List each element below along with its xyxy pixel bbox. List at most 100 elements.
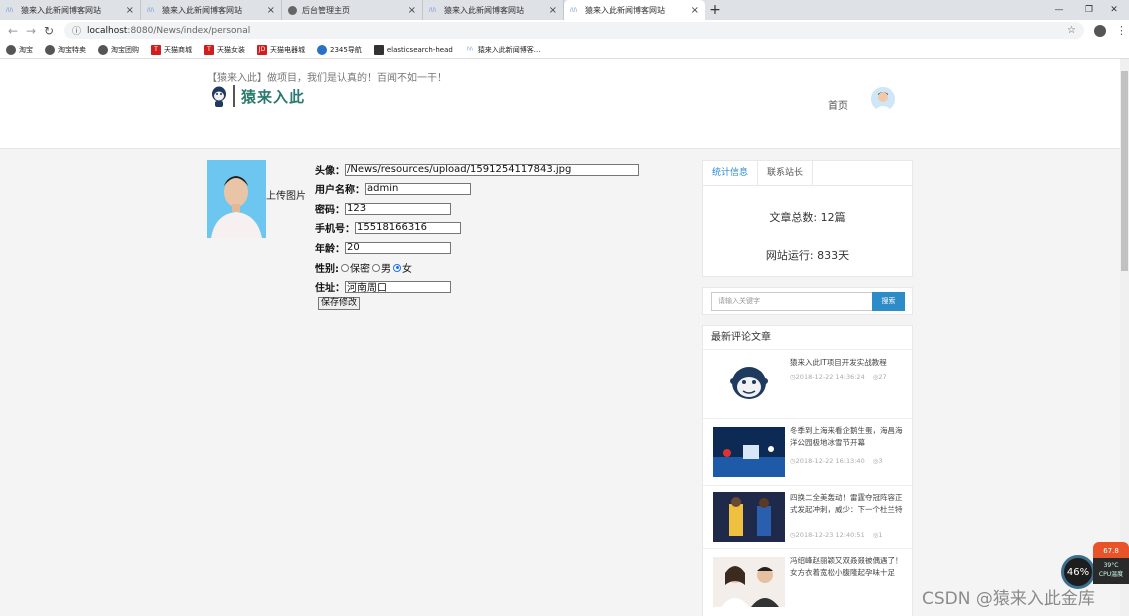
globe-icon (45, 44, 55, 55)
gender-radio-secret[interactable] (341, 263, 349, 272)
article-item[interactable]: 猿来入此IT项目开发实战教程 ◷2018-12-22 14:36:24 ◎27 (703, 351, 912, 419)
bookmark-item[interactable]: 淘宝团购 (98, 44, 139, 55)
article-date: ◷2018-12-22 16:13:40 (790, 457, 865, 465)
article-meta: ◷2018-12-23 12:40:51 ◎1 (790, 531, 883, 539)
avatar-path-input[interactable] (345, 163, 639, 176)
minimize-icon[interactable]: — (1044, 0, 1074, 20)
bookmark-item[interactable]: elasticsearch-head (373, 44, 453, 55)
scrollbar-thumb[interactable] (1121, 71, 1128, 271)
site-icon: ﾊﾊ (466, 45, 473, 53)
close-icon[interactable]: × (691, 5, 699, 16)
gender-label: 性别: (315, 264, 339, 275)
bookmark-item[interactable]: T 天猫商城 (151, 44, 192, 55)
age-label: 年龄： (315, 244, 345, 255)
article-views: ◎3 (872, 457, 883, 465)
bookmark-item[interactable]: 淘宝 (6, 44, 33, 55)
bookmark-item[interactable]: 2345导航 (317, 44, 362, 55)
url-path: :8080/News/index/personal (127, 25, 251, 36)
close-icon[interactable]: × (267, 5, 275, 16)
gender-radio-female[interactable] (393, 263, 401, 272)
site-icon: ﾊﾊ (429, 6, 436, 14)
gender-option-label: 男 (381, 264, 391, 275)
globe-icon (6, 44, 16, 55)
profile-icon[interactable] (1094, 24, 1106, 37)
upload-image-label[interactable]: 上传图片 (266, 187, 306, 202)
profile-photo[interactable] (207, 160, 266, 238)
bookmark-item[interactable]: 淘宝特卖 (45, 44, 86, 55)
bookmark-label: 淘宝团购 (111, 45, 139, 54)
url-field[interactable]: ⓘ localhost:8080/News/index/personal ☆ (64, 22, 1084, 39)
article-title[interactable]: 四换二全美轰动！雷霆夺冠阵容正式发起冲刺，威少：下一个杜兰特 (790, 492, 905, 516)
user-avatar[interactable] (871, 87, 895, 111)
forward-icon[interactable]: → (22, 24, 40, 38)
page-scrollbar[interactable] (1120, 59, 1129, 616)
menu-dots-icon[interactable]: ⋮ (1116, 24, 1127, 37)
bookmark-item[interactable]: ﾊﾊ 猿来入此新闻博客... (465, 45, 541, 55)
browser-tab-strip: ﾊﾊ 猿来入此新闻博客网站 × ﾊﾊ 猿来入此新闻博客网站 × 后台管理主页 ×… (0, 0, 1129, 20)
site-logo[interactable]: 猿来入此 (211, 85, 305, 107)
tab-statistics[interactable]: 统计信息 (703, 161, 759, 185)
monkey-mascot-icon (730, 367, 768, 399)
profile-photo-image (207, 160, 266, 238)
close-icon[interactable]: × (126, 5, 134, 16)
back-icon[interactable]: ← (4, 24, 22, 38)
bookmark-label: 天猫商城 (164, 45, 192, 54)
globe-icon (98, 44, 108, 55)
site-icon: ﾊﾊ (147, 6, 154, 14)
search-button[interactable]: 搜索 (872, 292, 905, 311)
article-views: ◎1 (872, 531, 883, 539)
article-title[interactable]: 冯绍峰赵丽颖又双叒叕被偶遇了！女方衣着宽松小腹隆起孕味十足 (790, 555, 905, 579)
jd-icon: JD (257, 44, 267, 55)
article-title[interactable]: 猿来入此IT项目开发实战教程 (790, 357, 905, 369)
article-item[interactable]: 冯绍峰赵丽颖又双叒叕被偶遇了！女方衣着宽松小腹隆起孕味十足 (703, 549, 912, 616)
bookmark-item[interactable]: JD 天猫电器城 (257, 44, 305, 55)
article-title[interactable]: 冬季到上海来看企鹅生蛋，海昌海洋公园极地冰雪节开幕 (790, 425, 905, 449)
logo-divider (233, 85, 235, 107)
bookmark-label: 猿来入此新闻博客... (477, 45, 541, 54)
article-thumbnail (713, 427, 785, 477)
tab-title: 猿来入此新闻博客网站 (585, 5, 665, 15)
age-input[interactable] (345, 241, 451, 254)
article-item[interactable]: 四换二全美轰动！雷霆夺冠阵容正式发起冲刺，威少：下一个杜兰特 ◷2018-12-… (703, 486, 912, 549)
browser-tab-active[interactable]: ﾊﾊ 猿来入此新闻博客网站 × (564, 0, 705, 20)
reload-icon[interactable]: ↻ (40, 24, 58, 38)
close-icon[interactable]: × (549, 5, 557, 16)
cpu-temp: 39°C (1103, 562, 1119, 569)
username-label: 用户名称： (315, 185, 365, 196)
username-input[interactable] (365, 182, 471, 195)
search-input[interactable]: 请输入关键字 (711, 292, 873, 311)
article-thumbnail (713, 359, 785, 409)
tab-contact-admin[interactable]: 联系站长 (758, 161, 814, 185)
page-viewport: 【猿来入此】做项目，我们是认真的！百闻不如一干！ 猿来入此 首页 上传图片 头像… (0, 59, 1120, 616)
address-input[interactable] (345, 280, 451, 293)
cpu-temp-label: CPU温度 (1098, 571, 1124, 578)
browser-tab[interactable]: 后台管理主页 × (282, 0, 423, 20)
csdn-watermark: CSDN @猿来入此金库 (922, 589, 1095, 609)
browser-tab[interactable]: ﾊﾊ 猿来入此新闻博客网站 × (423, 0, 564, 20)
cpu-temperature-widget[interactable]: 67.8 39°C CPU温度 (1093, 542, 1129, 586)
bookmark-label: 2345导航 (330, 45, 362, 54)
article-date: ◷2018-12-22 14:36:24 (790, 373, 865, 381)
recent-articles-title: 最新评论文章 (703, 326, 912, 350)
browser-tab[interactable]: ﾊﾊ 猿来入此新闻博客网站 × (0, 0, 141, 20)
window-close-icon[interactable]: ✕ (1099, 0, 1129, 20)
article-item[interactable]: 冬季到上海来看企鹅生蛋，海昌海洋公园极地冰雪节开幕 ◷2018-12-22 16… (703, 419, 912, 486)
bookmark-label: 淘宝特卖 (58, 45, 86, 54)
site-uptime: 网站运行: 833天 (765, 249, 850, 262)
save-changes-button[interactable]: 保存修改 (318, 297, 361, 310)
password-input[interactable] (345, 202, 451, 215)
gender-radio-male[interactable] (372, 263, 380, 272)
bookmark-star-icon[interactable]: ☆ (1067, 25, 1076, 36)
nav-home-link[interactable]: 首页 (828, 97, 848, 112)
new-tab-icon[interactable]: + (705, 0, 725, 20)
close-icon[interactable]: × (408, 5, 416, 16)
tab-title: 猿来入此新闻博客网站 (162, 5, 242, 15)
phone-input[interactable] (355, 221, 461, 234)
site-icon: ﾊﾊ (570, 6, 577, 14)
browser-tab[interactable]: ﾊﾊ 猿来入此新闻博客网站 × (141, 0, 282, 20)
bookmark-label: 天猫电器城 (270, 45, 305, 54)
monkey-mascot-icon (212, 86, 226, 107)
bookmark-item[interactable]: T 天猫女装 (204, 44, 245, 55)
avatar-image (871, 87, 895, 111)
search-panel: 请输入关键字 搜索 (702, 287, 913, 315)
